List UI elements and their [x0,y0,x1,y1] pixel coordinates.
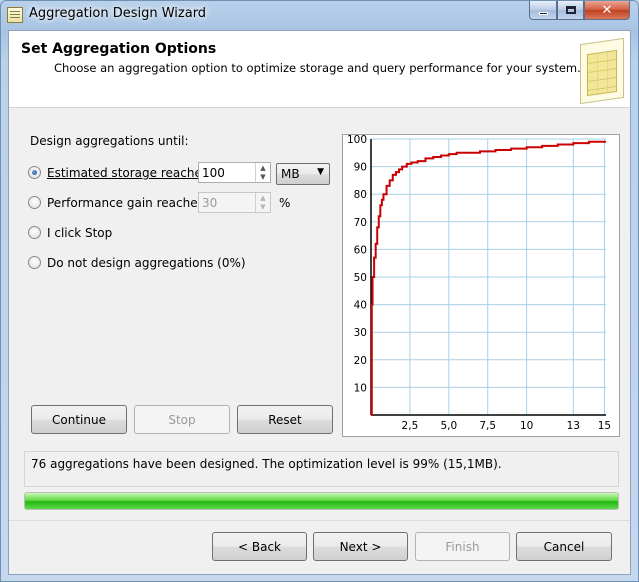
stop-button[interactable]: Stop [134,405,230,434]
close-button[interactable]: ✕ [584,1,630,20]
storage-unit-select[interactable]: MB ▼ [276,163,330,185]
storage-value[interactable]: 100 [202,166,225,180]
design-until-label: Design aggregations until: [30,134,189,148]
close-icon: ✕ [601,2,613,18]
page-title: Set Aggregation Options [21,41,217,57]
spin-up-icon: ▲ [260,194,266,202]
minimize-icon [538,11,548,15]
spin-down-icon[interactable]: ▼ [258,173,268,181]
title-bar[interactable]: Aggregation Design Wizard ✕ [1,1,638,29]
chart-x-tick-label: 5,0 [440,420,457,432]
radio-performance-gain[interactable] [28,196,41,209]
progress-bar [24,492,619,510]
continue-button[interactable]: Continue [31,405,127,434]
radio-estimated-storage-label[interactable]: Estimated storage reaches [47,166,208,180]
chart-y-tick-label: 30 [354,327,367,339]
chart-y-tick-label: 50 [354,272,367,284]
spin-up-icon[interactable]: ▲ [258,164,268,172]
performance-value: 30 [202,196,218,210]
footer-separator [9,520,630,521]
radio-performance-gain-label[interactable]: Performance gain reaches [47,196,204,210]
radio-estimated-storage[interactable] [28,166,41,179]
minimize-button[interactable] [529,1,557,20]
performance-spinner: 30 ▲ ▼ [198,192,271,213]
spreadsheet-icon [580,37,624,105]
chart-y-tick-label: 100 [347,135,367,146]
chart-y-tick-label: 40 [354,300,367,312]
storage-spinner[interactable]: 100 ▲ ▼ [198,162,271,183]
app-icon [7,7,23,23]
status-message: 76 aggregations have been designed. The … [31,457,502,471]
finish-button[interactable]: Finish [415,532,510,561]
wizard-header: Set Aggregation Options Choose an aggreg… [9,31,630,108]
chart-series-line [370,140,606,416]
next-button[interactable]: Next > [313,532,408,561]
chart-y-tick-label: 60 [354,244,367,256]
chart-x-tick-label: 10 [520,420,533,432]
radio-i-click-stop-label[interactable]: I click Stop [47,226,112,240]
progress-fill [25,493,618,509]
maximize-icon [565,6,576,14]
chart-x-tick-label: 7,5 [479,420,496,432]
cancel-button[interactable]: Cancel [516,532,612,561]
chart-y-tick-label: 90 [354,162,367,174]
chart-svg: 10 20 30 40 50 60 70 80 90 100 2,5 5,0 7,5 10 13 15 [347,134,611,432]
radio-no-aggregations[interactable] [28,256,41,269]
chart-y-tick-label: 70 [354,217,367,229]
chart-y-tick-label: 20 [354,355,367,367]
page-subtitle: Choose an aggregation option to optimize… [54,61,581,75]
back-button[interactable]: < Back [212,532,307,561]
status-panel: 76 aggregations have been designed. The … [24,451,619,487]
chart-x-tick-label: 15 [598,420,611,432]
radio-no-aggregations-label[interactable]: Do not design aggregations (0%) [47,256,246,270]
chart-x-tick-label: 13 [567,420,580,432]
performance-unit: % [279,196,291,210]
wizard-body: Set Aggregation Options Choose an aggreg… [8,30,631,575]
chart-y-tick-label: 10 [354,382,367,394]
optimization-chart: 10 20 30 40 50 60 70 80 90 100 2,5 5,0 7,5 10 13 15 [342,134,620,437]
chart-y-tick-label: 80 [354,189,367,201]
wizard-window: Aggregation Design Wizard ✕ Set Aggregat… [0,0,639,582]
window-title: Aggregation Design Wizard [29,6,207,21]
chart-x-tick-label: 2,5 [402,420,419,432]
radio-i-click-stop[interactable] [28,226,41,239]
reset-button[interactable]: Reset [237,405,333,434]
spin-down-icon: ▼ [260,203,266,211]
maximize-button[interactable] [557,1,584,20]
chevron-down-icon: ▼ [317,167,324,177]
